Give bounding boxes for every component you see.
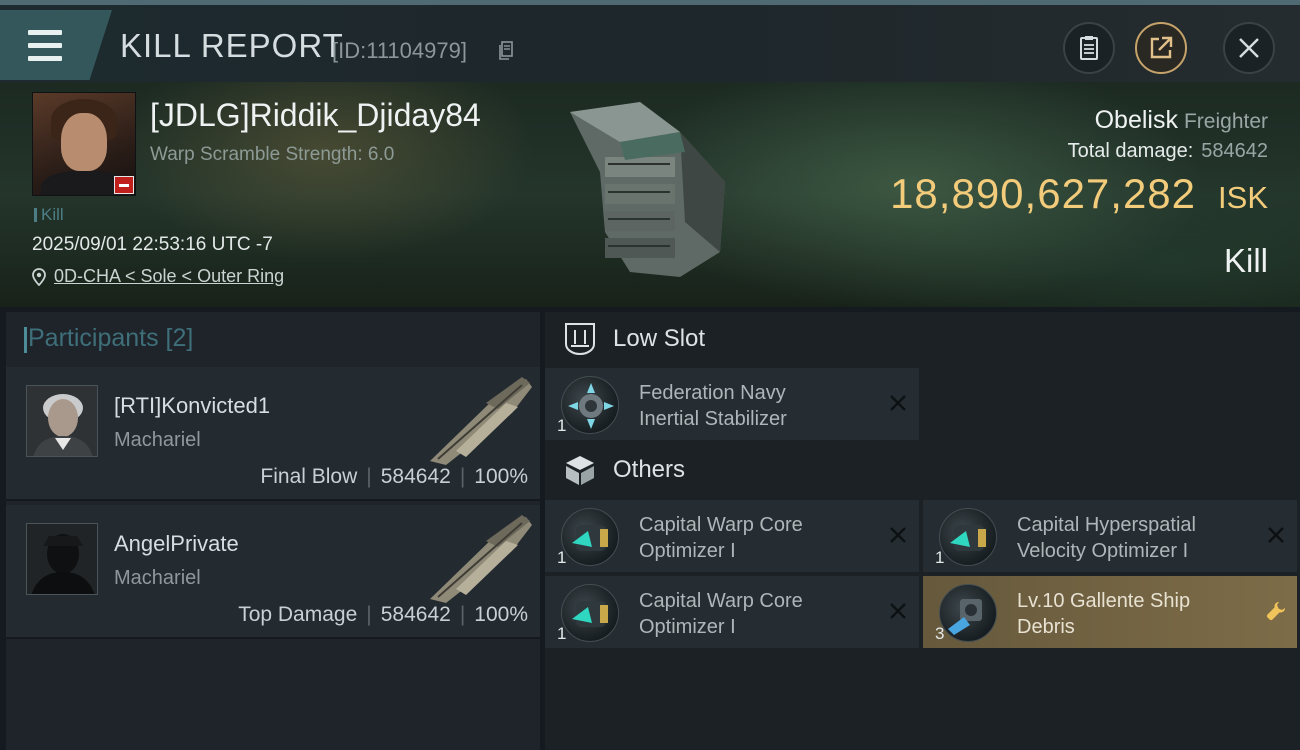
low-slot-label: Low Slot bbox=[613, 325, 706, 352]
avatar-silhouette-icon bbox=[27, 524, 97, 594]
menu-icon bbox=[28, 30, 62, 35]
item-quantity: 3 bbox=[935, 624, 945, 643]
low-slot-header: Low Slot bbox=[563, 322, 705, 356]
item-name: Federation Navy Inertial Stabilizer bbox=[639, 380, 787, 432]
destroyed-x-icon bbox=[890, 603, 906, 619]
others-label: Others bbox=[613, 456, 686, 483]
item-name-line: Debris bbox=[1017, 616, 1075, 638]
item-quantity: 1 bbox=[935, 548, 945, 567]
warp-core-optimizer-icon bbox=[561, 584, 619, 642]
item-quantity: 1 bbox=[557, 548, 567, 567]
ship-type: Obelisk Freighter bbox=[1095, 106, 1268, 135]
menu-icon-bar bbox=[28, 43, 62, 48]
share-icon bbox=[1150, 36, 1173, 59]
total-damage-value: 584642 bbox=[1201, 140, 1268, 162]
participant-role: Top Damage bbox=[238, 603, 358, 626]
item-name: Capital Hyperspatial Velocity Optimizer … bbox=[1017, 512, 1196, 564]
header-bar: KILL REPORT [ID:11104979] bbox=[0, 0, 1300, 82]
others-box-icon bbox=[566, 456, 594, 485]
participants-title: Participants [2] bbox=[23, 324, 194, 353]
total-damage: Total damage: 584642 bbox=[1068, 140, 1268, 163]
freighter-ship-image bbox=[570, 102, 725, 277]
avatar-old-man-icon bbox=[27, 386, 97, 456]
participant-stats: Final Blow | 584642 | 100% bbox=[260, 465, 528, 488]
item-name-line: Capital Warp Core bbox=[639, 590, 803, 612]
participant-percent: 100% bbox=[474, 603, 528, 626]
inertial-stabilizer-icon bbox=[561, 376, 619, 434]
clipboard-icon bbox=[1080, 36, 1098, 60]
participant-stats: Top Damage | 584642 | 100% bbox=[238, 603, 528, 626]
fitting-item[interactable]: 1 Capital Warp Core Optimizer I bbox=[545, 500, 919, 572]
total-damage-label: Total damage: bbox=[1067, 140, 1194, 162]
fitting-item-dropped[interactable]: 3 Lv.10 Gallente Ship Debris bbox=[923, 576, 1297, 648]
kill-datetime: 2025/09/01 22:53:16 UTC -7 bbox=[32, 234, 273, 255]
menu-button[interactable] bbox=[0, 10, 112, 80]
ship-class: Freighter bbox=[1183, 110, 1268, 133]
item-name-line: Optimizer I bbox=[639, 540, 736, 562]
wrench-icon bbox=[1266, 602, 1285, 621]
copy-icon[interactable] bbox=[498, 41, 514, 61]
isk-value-line: 18,890,627,282 ISK bbox=[890, 170, 1268, 218]
victim-banner: [JDLG]Riddik_Djiday84 Warp Scramble Stre… bbox=[0, 82, 1300, 307]
share-button[interactable] bbox=[1135, 22, 1187, 74]
item-name-line: Federation Navy bbox=[639, 382, 786, 404]
portrait-face bbox=[61, 113, 107, 171]
fittings-panel: Low Slot 1 Federation Navy Inertial Stab… bbox=[545, 312, 1300, 750]
participant-name[interactable]: AngelPrivate bbox=[114, 531, 239, 557]
item-name-line: Capital Hyperspatial bbox=[1017, 514, 1196, 536]
participant-name[interactable]: [RTI]Konvicted1 bbox=[114, 393, 270, 419]
participant-ship: Machariel bbox=[114, 429, 201, 451]
participant-row[interactable]: AngelPrivate Machariel Top Damage | 584642… bbox=[6, 505, 540, 639]
kill-tag: Kill bbox=[34, 205, 64, 225]
participant-avatar bbox=[26, 523, 98, 595]
destroyed-badge-icon bbox=[114, 176, 134, 194]
isk-value: 18,890,627,282 bbox=[890, 170, 1197, 217]
kill-location[interactable]: 0D-CHA < Sole < Outer Ring bbox=[32, 266, 284, 287]
warp-scramble-strength: Warp Scramble Strength: 6.0 bbox=[150, 144, 395, 165]
item-name-line: Capital Warp Core bbox=[639, 514, 803, 536]
participant-damage: 584642 bbox=[380, 465, 451, 488]
item-name-line: Inertial Stabilizer bbox=[639, 408, 787, 430]
participants-panel: Participants [2] [RTI]Konvicted1 Machari… bbox=[6, 312, 540, 750]
warp-core-optimizer-icon bbox=[561, 508, 619, 566]
location-pin-icon bbox=[32, 267, 46, 286]
destroyed-x-icon bbox=[1268, 527, 1284, 543]
close-icon bbox=[1239, 38, 1259, 58]
item-name: Capital Warp Core Optimizer I bbox=[639, 588, 803, 640]
item-name-line: Optimizer I bbox=[639, 616, 736, 638]
destroyed-x-icon bbox=[890, 527, 906, 543]
page-title: KILL REPORT bbox=[120, 27, 344, 64]
close-button[interactable] bbox=[1223, 22, 1275, 74]
report-id: [ID:11104979] bbox=[332, 38, 467, 63]
participant-ship: Machariel bbox=[114, 567, 201, 589]
item-name-line: Velocity Optimizer I bbox=[1017, 540, 1189, 562]
participant-percent: 100% bbox=[474, 465, 528, 488]
low-slot-icon bbox=[565, 323, 595, 356]
item-name: Lv.10 Gallente Ship Debris bbox=[1017, 588, 1190, 640]
participant-role: Final Blow bbox=[260, 465, 358, 488]
battleship-image bbox=[430, 377, 532, 465]
fitting-item[interactable]: 1 Capital Warp Core Optimizer I bbox=[545, 576, 919, 648]
item-name-line: Lv.10 Gallente Ship bbox=[1017, 590, 1191, 612]
battleship-image bbox=[430, 515, 532, 603]
ship-name: Obelisk bbox=[1094, 106, 1178, 134]
victim-name[interactable]: [JDLG]Riddik_Djiday84 bbox=[150, 97, 481, 134]
menu-icon-bar bbox=[28, 56, 62, 61]
participant-row[interactable]: [RTI]Konvicted1 Machariel Final Blow | 584… bbox=[6, 367, 540, 501]
ship-debris-icon bbox=[939, 584, 997, 642]
participant-damage: 584642 bbox=[380, 603, 451, 626]
item-quantity: 1 bbox=[557, 624, 567, 643]
destroyed-x-icon bbox=[890, 395, 906, 411]
fitting-item[interactable]: 1 Federation Navy Inertial Stabilizer bbox=[545, 368, 919, 440]
result-label: Kill bbox=[1223, 242, 1268, 279]
fitting-item[interactable]: 1 Capital Hyperspatial Velocity Optimize… bbox=[923, 500, 1297, 572]
location-link[interactable]: 0D-CHA < Sole < Outer Ring bbox=[54, 266, 284, 287]
participant-avatar bbox=[26, 385, 98, 457]
item-name: Capital Warp Core Optimizer I bbox=[639, 512, 803, 564]
item-quantity: 1 bbox=[557, 416, 567, 435]
isk-unit: ISK bbox=[1218, 180, 1268, 215]
others-header: Others bbox=[563, 453, 685, 487]
clipboard-button[interactable] bbox=[1063, 22, 1115, 74]
hyperspatial-optimizer-icon bbox=[939, 508, 997, 566]
